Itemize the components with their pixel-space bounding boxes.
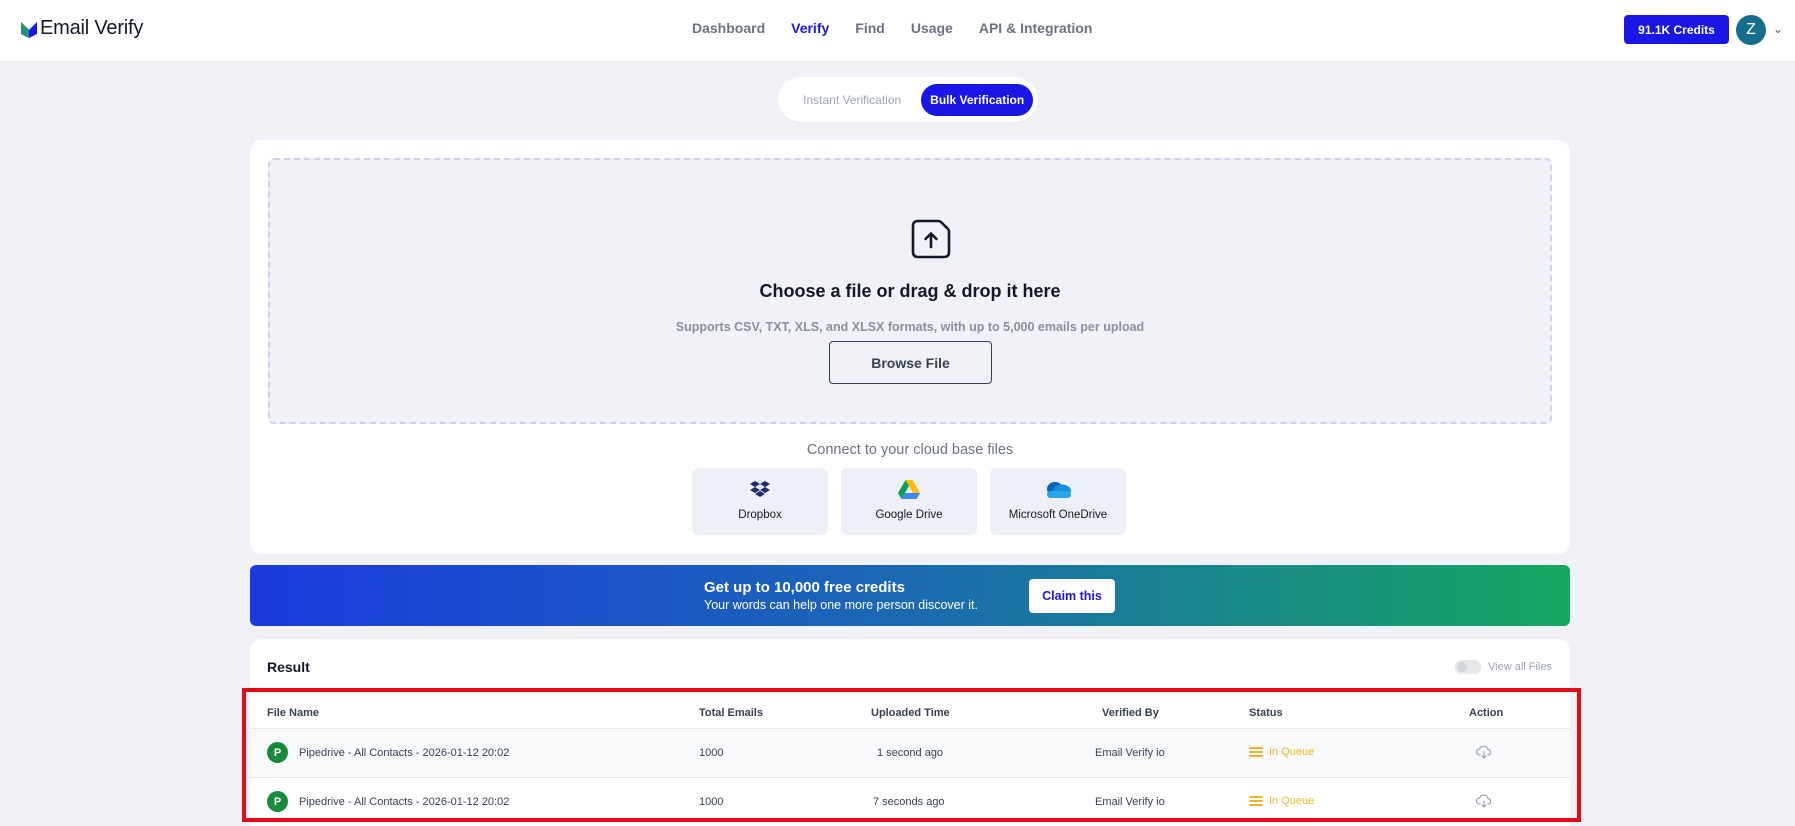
nav-find[interactable]: Find <box>855 20 885 36</box>
column-uploaded-time: Uploaded Time <box>871 707 950 719</box>
file-name: Pipedrive - All Contacts - 2026-01-12 20… <box>299 795 510 808</box>
verified-by: Email Verify io <box>1095 796 1165 808</box>
dropbox-button[interactable]: Dropbox <box>692 468 828 535</box>
promo-banner: Get up to 10,000 free credits Your words… <box>250 565 1570 626</box>
total-emails: 1000 <box>699 747 724 759</box>
view-all-files-toggle[interactable]: View all Files <box>1455 660 1552 674</box>
dropbox-icon <box>750 481 770 497</box>
upload-card: Choose a file or drag & drop it here Sup… <box>250 140 1570 554</box>
status-badge: In Queue <box>1249 746 1314 758</box>
uploaded-time: 1 second ago <box>877 747 944 759</box>
pipedrive-icon: P <box>267 791 288 812</box>
column-verified-by: Verified By <box>1102 707 1159 719</box>
table-header: File Name Total Emails Uploaded Time Ver… <box>250 695 1570 729</box>
dropzone-subtitle: Supports CSV, TXT, XLS, and XLSX formats… <box>675 320 1145 334</box>
nav-verify[interactable]: Verify <box>791 20 829 36</box>
file-name-cell: P Pipedrive - All Contacts - 2026-01-12 … <box>267 791 509 812</box>
google-drive-label: Google Drive <box>875 509 943 521</box>
verified-by: Email Verify io <box>1095 747 1165 759</box>
nav-api-integration[interactable]: API & Integration <box>979 20 1093 36</box>
cloud-sources-title: Connect to your cloud base files <box>806 442 1014 458</box>
upload-file-icon <box>911 219 951 259</box>
onedrive-icon <box>1047 482 1071 498</box>
browse-file-button[interactable]: Browse File <box>829 341 992 384</box>
results-title: Result <box>267 659 310 675</box>
nav-usage[interactable]: Usage <box>911 20 953 36</box>
logo-mark-icon <box>21 21 37 38</box>
top-header: Email Verify Dashboard Verify Find Usage… <box>0 0 1795 62</box>
status-label: In Queue <box>1269 746 1315 758</box>
google-drive-icon <box>898 480 920 499</box>
dropzone-title: Choose a file or drag & drop it here <box>759 281 1061 301</box>
dropbox-label: Dropbox <box>738 509 782 521</box>
queue-icon <box>1249 747 1263 757</box>
onedrive-button[interactable]: Microsoft OneDrive <box>990 468 1126 535</box>
avatar[interactable]: Z <box>1736 15 1766 45</box>
verification-mode-toggle: Instant Verification Bulk Verification <box>778 77 1038 122</box>
column-status: Status <box>1249 707 1283 719</box>
view-all-switch[interactable] <box>1455 660 1481 674</box>
logo[interactable]: Email Verify <box>20 17 143 40</box>
view-all-label: View all Files <box>1488 661 1552 673</box>
table-row[interactable]: P Pipedrive - All Contacts - 2026-01-12 … <box>250 778 1570 826</box>
table-row[interactable]: P Pipedrive - All Contacts - 2026-01-12 … <box>250 729 1570 778</box>
file-name-cell: P Pipedrive - All Contacts - 2026-01-12 … <box>267 742 509 763</box>
download-icon[interactable] <box>1476 745 1492 759</box>
pipedrive-icon: P <box>267 742 288 763</box>
tab-bulk-verification[interactable]: Bulk Verification <box>921 83 1033 116</box>
total-emails: 1000 <box>699 796 724 808</box>
tab-instant-verification[interactable]: Instant Verification <box>783 84 921 116</box>
column-action: Action <box>1469 707 1504 719</box>
logo-text: Email Verify <box>40 17 144 39</box>
nav-dashboard[interactable]: Dashboard <box>692 20 765 36</box>
credits-button[interactable]: 91.1K Credits <box>1624 15 1729 44</box>
main-nav: Dashboard Verify Find Usage API & Integr… <box>692 20 1092 36</box>
file-name: Pipedrive - All Contacts - 2026-01-12 20… <box>299 746 510 759</box>
onedrive-label: Microsoft OneDrive <box>1008 509 1108 521</box>
chevron-down-icon[interactable]: ⌄ <box>1773 22 1783 36</box>
file-dropzone[interactable]: Choose a file or drag & drop it here Sup… <box>268 158 1552 424</box>
results-card: Result View all Files File Name Total Em… <box>250 639 1570 826</box>
uploaded-time: 7 seconds ago <box>873 796 945 808</box>
promo-title: Get up to 10,000 free credits <box>704 579 905 596</box>
table-body: P Pipedrive - All Contacts - 2026-01-12 … <box>250 729 1570 826</box>
column-total-emails: Total Emails <box>699 707 763 719</box>
results-table: File Name Total Emails Uploaded Time Ver… <box>250 695 1570 826</box>
column-file-name: File Name <box>267 707 319 719</box>
google-drive-button[interactable]: Google Drive <box>841 468 977 535</box>
promo-subtitle: Your words can help one more person disc… <box>704 598 978 612</box>
claim-button[interactable]: Claim this <box>1029 579 1115 613</box>
status-label: In Queue <box>1269 795 1315 807</box>
download-icon[interactable] <box>1476 794 1492 808</box>
status-badge: In Queue <box>1249 795 1314 807</box>
queue-icon <box>1249 796 1263 806</box>
